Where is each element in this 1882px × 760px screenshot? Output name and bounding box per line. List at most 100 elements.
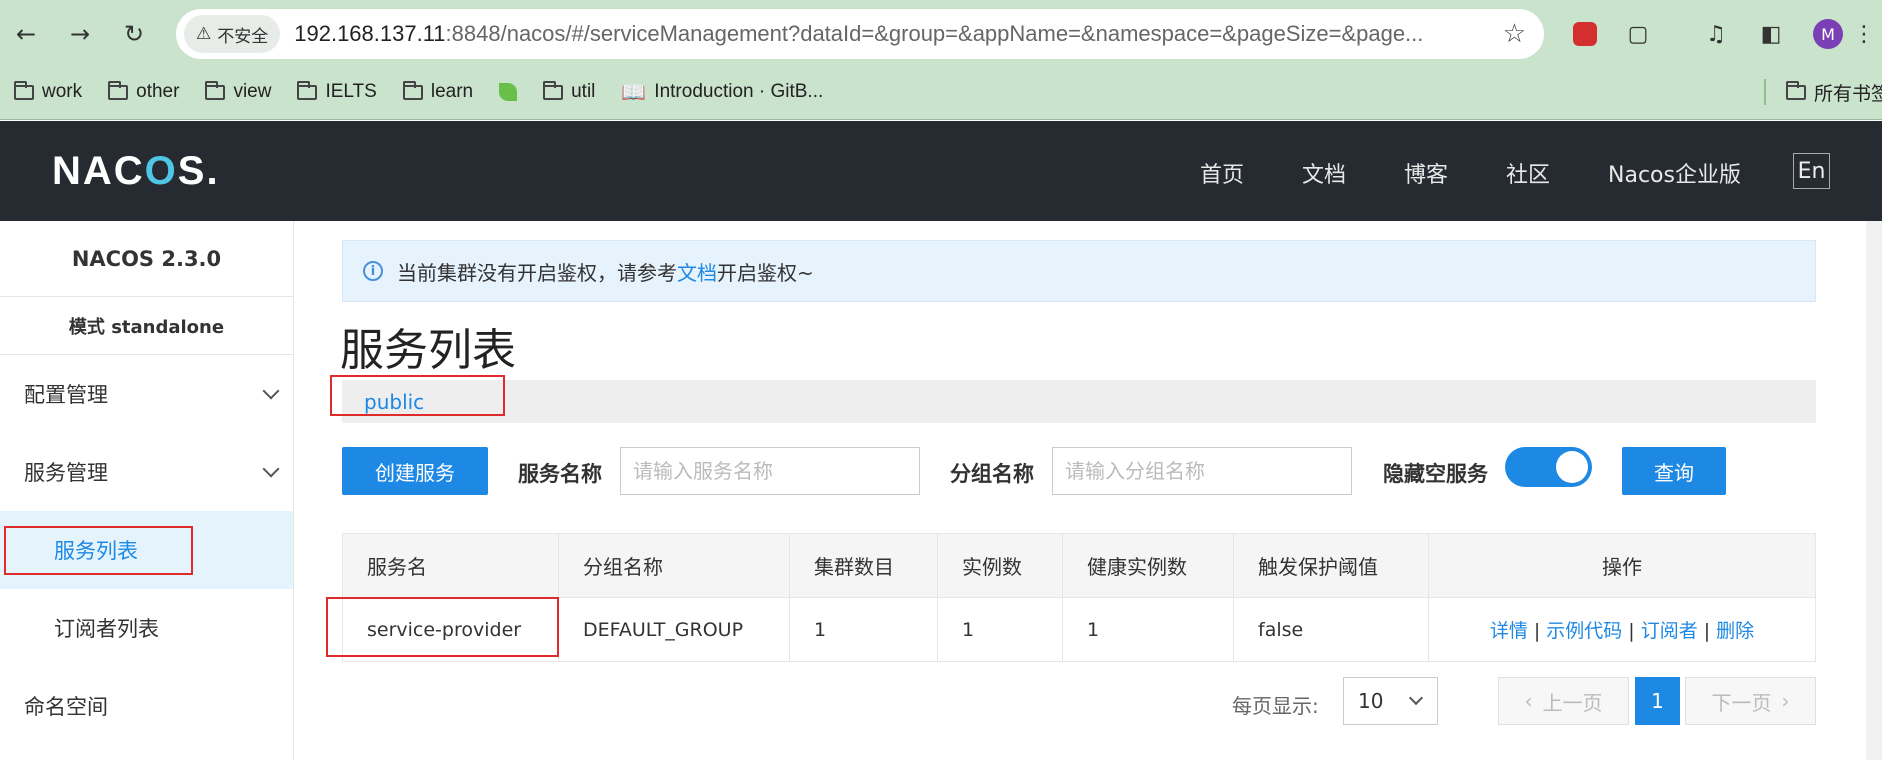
bookmark-ielts[interactable]: IELTS xyxy=(297,80,377,103)
page-title: 服务列表 xyxy=(340,325,516,376)
bookmarks-bar: work other view IELTS learn util 📖 Introd… xyxy=(0,72,1882,112)
cell-protect-threshold: false xyxy=(1233,597,1429,662)
separator: | xyxy=(1628,620,1635,642)
logo-o-glyph: O xyxy=(144,149,178,193)
col-instance-count: 实例数 xyxy=(937,533,1063,598)
folder-icon xyxy=(205,80,226,100)
forward-icon[interactable]: → xyxy=(62,16,98,52)
col-service-name: 服务名 xyxy=(342,533,559,598)
create-service-button[interactable]: 创建服务 xyxy=(342,447,488,495)
nav-community[interactable]: 社区 xyxy=(1506,157,1550,189)
hide-empty-toggle[interactable] xyxy=(1505,447,1592,487)
bookmark-label: Introduction · GitB... xyxy=(654,81,824,102)
reload-icon[interactable]: ↻ xyxy=(116,16,152,52)
security-chip[interactable]: ⚠ 不安全 xyxy=(184,15,281,53)
sidebar-item-label: 服务管理 xyxy=(24,461,108,485)
sidepanel-icon[interactable]: ◧ xyxy=(1755,16,1787,52)
back-icon[interactable]: ← xyxy=(8,16,44,52)
table-row: service-provider DEFAULT_GROUP 1 1 1 fal… xyxy=(342,597,1816,662)
profile-avatar[interactable]: M xyxy=(1812,16,1844,52)
nav-blog[interactable]: 博客 xyxy=(1404,157,1448,189)
profile-initial: M xyxy=(1813,19,1843,49)
info-icon: i xyxy=(363,261,383,281)
browser-chrome: ← → ↻ ⚠ 不安全 192.168.137.11:8848/nacos/#/… xyxy=(0,0,1882,120)
media-icon[interactable]: ♫ xyxy=(1700,16,1732,52)
menu-icon[interactable]: ⋮ xyxy=(1852,16,1876,52)
subscriber-link[interactable]: 订阅者 xyxy=(1641,620,1698,642)
page-size-value: 10 xyxy=(1358,689,1384,713)
separator: | xyxy=(1533,620,1541,642)
prev-label: 上一页 xyxy=(1542,690,1603,715)
nacos-logo[interactable]: NACOS. xyxy=(52,149,220,194)
bookmark-util[interactable]: util xyxy=(543,80,595,103)
sidebar: NACOS 2.3.0 模式 standalone 配置管理 服务管理 服务列表… xyxy=(0,221,294,760)
nav-home[interactable]: 首页 xyxy=(1200,157,1244,189)
cell-cluster-count: 1 xyxy=(789,597,938,662)
bookmark-label: 所有书签 xyxy=(1814,83,1882,105)
folder-icon xyxy=(297,80,318,100)
table-header-row: 服务名 分组名称 集群数目 实例数 健康实例数 触发保护阈值 操作 xyxy=(342,533,1816,598)
group-name-input[interactable] xyxy=(1052,447,1352,495)
nav-docs[interactable]: 文档 xyxy=(1302,157,1346,189)
nav-enterprise[interactable]: Nacos企业版 xyxy=(1608,157,1741,189)
current-page[interactable]: 1 xyxy=(1635,677,1680,725)
bookmark-other[interactable]: other xyxy=(108,80,179,103)
service-name-label: 服务名称 xyxy=(518,462,602,486)
url-text[interactable]: 192.168.137.11:8848/nacos/#/serviceManag… xyxy=(294,21,1484,47)
sidebar-item-service-management[interactable]: 服务管理 xyxy=(0,433,293,511)
docs-link[interactable]: 文档 xyxy=(677,257,717,286)
mode-label: 模式 standalone xyxy=(0,297,293,355)
adblock-icon[interactable] xyxy=(1570,16,1600,52)
detail-link[interactable]: 详情 xyxy=(1490,620,1528,642)
security-label: 不安全 xyxy=(217,26,269,47)
page-size-select[interactable]: 10 xyxy=(1343,677,1438,725)
alert-text: 当前集群没有开启鉴权，请参考 xyxy=(397,260,677,285)
folder-icon xyxy=(14,80,34,100)
prev-page-button[interactable]: ‹ 上一页 xyxy=(1498,677,1629,725)
chevron-down-icon xyxy=(262,382,280,400)
sidebar-item-label: 订阅者列表 xyxy=(54,617,159,641)
url-path: :8848/nacos/#/serviceManagement?dataId=&… xyxy=(445,21,1424,46)
sidebar-item-namespace[interactable]: 命名空间 xyxy=(0,667,293,745)
bookmark-learn[interactable]: learn xyxy=(402,80,473,103)
address-bar[interactable]: ⚠ 不安全 192.168.137.11:8848/nacos/#/servic… xyxy=(176,9,1544,59)
cell-service-name: service-provider xyxy=(342,597,559,662)
bookmark-gitbook[interactable]: 📖 Introduction · GitB... xyxy=(621,80,823,105)
bookmark-view[interactable]: view xyxy=(205,80,271,103)
bookmark-leaf[interactable] xyxy=(499,83,518,101)
chevron-down-icon xyxy=(262,460,280,478)
chevron-right-icon: › xyxy=(1781,689,1790,713)
extensions-icon[interactable]: ▢ xyxy=(1622,16,1654,52)
next-label: 下一页 xyxy=(1711,690,1772,715)
url-host: 192.168.137.11 xyxy=(294,21,446,46)
warning-icon: ⚠ xyxy=(196,24,212,44)
sidebar-item-label: 命名空间 xyxy=(24,695,108,719)
cell-operations: 详情 | 示例代码 | 订阅者 | 删除 xyxy=(1428,597,1816,662)
scrollbar[interactable] xyxy=(1866,221,1882,760)
auth-alert: i 当前集群没有开启鉴权，请参考 文档 开启鉴权~ xyxy=(342,240,1816,302)
version-label: NACOS 2.3.0 xyxy=(0,221,293,297)
folder-icon xyxy=(402,80,423,100)
bookmark-label: IELTS xyxy=(325,81,377,102)
bookmark-all[interactable]: 所有书签 xyxy=(1764,79,1882,105)
sidebar-item-subscribers[interactable]: 订阅者列表 xyxy=(0,589,293,667)
book-icon: 📖 xyxy=(621,81,647,104)
bookmark-work[interactable]: work xyxy=(14,80,82,103)
delete-link[interactable]: 删除 xyxy=(1716,620,1754,642)
sidebar-item-config[interactable]: 配置管理 xyxy=(0,355,293,433)
chevron-down-icon xyxy=(1408,690,1424,706)
sidebar-item-service-list[interactable]: 服务列表 xyxy=(0,511,293,589)
cell-healthy-count: 1 xyxy=(1062,597,1234,662)
cell-instance-count: 1 xyxy=(937,597,1063,662)
sample-code-link[interactable]: 示例代码 xyxy=(1546,620,1622,642)
namespace-public[interactable]: public xyxy=(364,390,424,414)
folder-icon xyxy=(1786,80,1806,100)
namespace-bar xyxy=(342,380,1816,423)
service-name-input[interactable] xyxy=(620,447,920,495)
next-page-button[interactable]: 下一页 › xyxy=(1685,677,1816,725)
bookmark-star-icon[interactable]: ☆ xyxy=(1503,19,1526,49)
toggle-knob xyxy=(1556,451,1588,483)
query-button[interactable]: 查询 xyxy=(1622,447,1726,495)
language-switch[interactable]: En xyxy=(1793,153,1830,189)
col-operations: 操作 xyxy=(1428,533,1816,598)
